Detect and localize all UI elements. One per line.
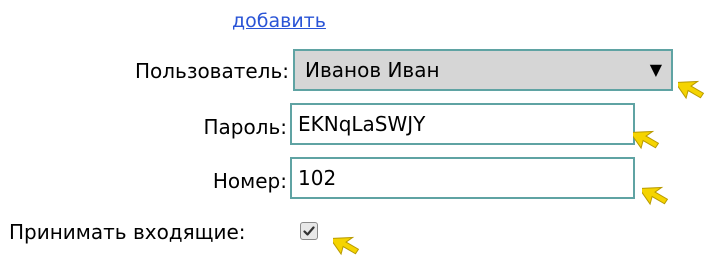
checkmark-icon	[303, 226, 315, 236]
dropdown-arrow-icon: ▼	[649, 60, 662, 79]
number-field[interactable]	[290, 157, 635, 199]
pointer-cursor-icon	[633, 130, 660, 150]
user-select[interactable]: Иванов Иван ▼	[293, 49, 673, 91]
password-field[interactable]	[290, 103, 635, 145]
pointer-cursor-icon	[678, 80, 705, 100]
pointer-cursor-icon	[642, 186, 669, 206]
user-label: Пользователь:	[134, 59, 289, 83]
password-label: Пароль:	[203, 115, 287, 139]
user-select-value: Иванов Иван	[305, 58, 440, 82]
incoming-checkbox[interactable]	[300, 222, 318, 240]
pointer-cursor-icon	[333, 236, 360, 256]
add-link[interactable]: добавить	[232, 10, 326, 32]
number-label: Номер:	[212, 169, 287, 193]
incoming-label: Принимать входящие:	[9, 220, 246, 244]
